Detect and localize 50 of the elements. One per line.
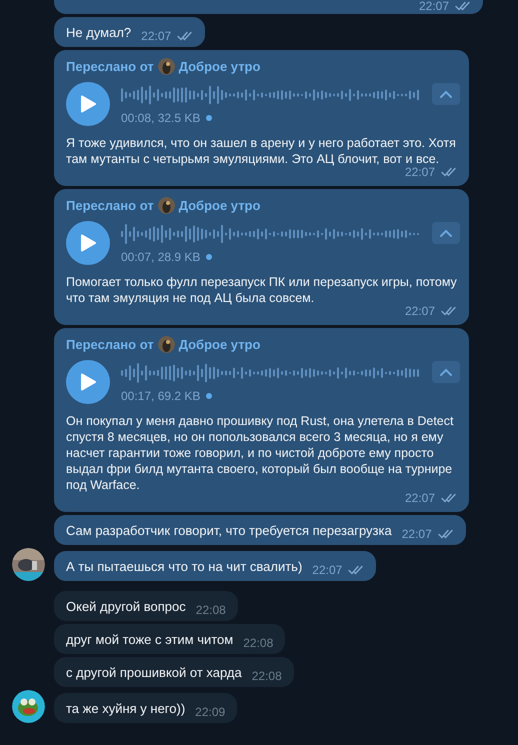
message-time: 22:07 xyxy=(404,304,435,318)
message-text: Я тоже удивился, что он зашел в арену и у него работает это. Хотя там мутанты с четырьмя эмуляциями. Это АЦ блочит, вот и все. xyxy=(66,135,457,167)
play-button[interactable] xyxy=(66,82,110,126)
message-text: Сам разработчик говорит, что требуется перезагрузка xyxy=(66,523,392,538)
play-icon xyxy=(80,95,96,113)
double-check-icon xyxy=(348,565,364,575)
message-text: с другой прошивкой от харда xyxy=(66,665,242,680)
message-time: 22:08 xyxy=(196,603,226,617)
message-text: та же хуйня у него)) xyxy=(66,701,186,716)
message-text: Окей другой вопрос xyxy=(66,599,186,614)
message-text: Не думал? xyxy=(66,25,132,40)
chevron-up-icon xyxy=(440,229,452,237)
double-check-icon xyxy=(441,167,457,177)
message-time: 22:08 xyxy=(243,636,274,650)
message-time: 22:07 xyxy=(404,165,435,179)
voice-duration: 00:17, 69.2 KB xyxy=(121,389,200,403)
double-check-icon xyxy=(441,306,457,316)
double-check-icon xyxy=(438,529,454,539)
message-time: 22:07 xyxy=(402,527,432,541)
message-text: Он покупал у меня давно прошивку под Rust, она улетела в Detect спустя 8 месяцев, но он попользовался всего 3 месяца, но я ему насчет гарантии тоже говорил, и по чистой доброте ему просто выдал фри билд мутанта своего, который был вообще на турнире под Warface. xyxy=(66,413,454,493)
forward-sender-link[interactable]: Доброе утро xyxy=(178,59,260,74)
double-check-icon xyxy=(441,493,457,503)
message-text: А ты пытаешься что то на чит свалить) xyxy=(66,559,302,574)
double-check-icon xyxy=(455,1,471,11)
forwarded-label: Переслано от xyxy=(66,337,154,352)
play-icon xyxy=(80,373,96,391)
forward-sender-link[interactable]: Доброе утро xyxy=(178,198,260,213)
double-check-icon xyxy=(177,31,194,41)
chevron-up-icon xyxy=(440,90,452,98)
chevron-up-icon xyxy=(440,368,452,376)
message-time: 22:09 xyxy=(195,705,226,719)
message-time: 22:07 xyxy=(418,0,449,13)
frog-avatar xyxy=(12,690,45,723)
collapse-button[interactable] xyxy=(432,83,460,105)
message-time: 22:08 xyxy=(252,669,282,683)
voice-duration: 00:08, 32.5 KB xyxy=(121,111,200,125)
play-icon xyxy=(80,234,96,252)
voice-duration: 00:07, 28.9 KB xyxy=(121,250,200,264)
collapse-button[interactable] xyxy=(432,222,460,244)
message-time: 22:07 xyxy=(141,29,172,43)
collapse-button[interactable] xyxy=(432,361,460,383)
message-time: 22:07 xyxy=(404,491,435,505)
forwarded-label: Переслано от xyxy=(66,198,154,213)
message-text: друг мой тоже с этим читом xyxy=(66,632,234,647)
play-button[interactable] xyxy=(66,221,110,265)
forwarded-label: Переслано от xyxy=(66,59,154,74)
message-time: 22:07 xyxy=(312,563,342,577)
forward-sender-link[interactable]: Доброе утро xyxy=(178,337,260,352)
message-text: Помогает только фулл перезапуск ПК или перезапуск игры, потому что там эмуляция не под АЦ была совсем. xyxy=(66,274,457,306)
play-button[interactable] xyxy=(66,360,110,404)
